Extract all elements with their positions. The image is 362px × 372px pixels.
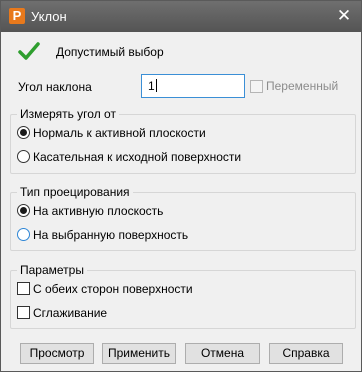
measure-tangent-label[interactable]: Касательная к исходной поверхности <box>33 150 241 164</box>
apply-button[interactable]: Применить <box>102 343 176 364</box>
angle-input[interactable]: 1 <box>141 74 245 98</box>
help-button[interactable]: Справка <box>269 343 343 364</box>
preview-button[interactable]: Просмотр <box>20 343 94 364</box>
status-text: Допустимый выбор <box>56 45 164 59</box>
parameters-group-title: Параметры <box>17 263 87 277</box>
angle-value: 1 <box>148 79 155 93</box>
smoothing-checkbox[interactable] <box>17 306 30 319</box>
both-sides-checkbox[interactable] <box>17 282 30 295</box>
measure-group: Измерять угол от <box>10 107 356 174</box>
checkmark-icon <box>18 42 40 60</box>
projection-group: Тип проецирования <box>10 185 356 251</box>
projection-active-plane-radio[interactable] <box>17 204 30 217</box>
variable-label: Переменный <box>266 79 339 93</box>
measure-normal-radio[interactable] <box>17 126 30 139</box>
smoothing-label[interactable]: Сглаживание <box>33 306 107 320</box>
parameters-group: Параметры <box>10 263 356 329</box>
projection-active-plane-label[interactable]: На активную плоскость <box>33 204 163 218</box>
projection-selected-surface-radio[interactable] <box>17 228 30 241</box>
close-button[interactable]: ✕ <box>335 7 353 25</box>
app-logo-icon: P <box>9 8 25 24</box>
variable-checkbox[interactable] <box>250 80 263 93</box>
title-bar[interactable]: P Уклон ✕ <box>1 1 361 32</box>
measure-group-title: Измерять угол от <box>17 107 119 121</box>
both-sides-label[interactable]: С обеих сторон поверхности <box>33 282 193 296</box>
measure-normal-label[interactable]: Нормаль к активной плоскости <box>33 126 206 140</box>
angle-label: Угол наклона <box>18 80 92 94</box>
window-title: Уклон <box>31 9 67 24</box>
cancel-button[interactable]: Отмена <box>185 343 260 364</box>
dialog-window: P Уклон ✕ Допустимый выбор Угол наклона … <box>0 0 362 372</box>
measure-tangent-radio[interactable] <box>17 150 30 163</box>
close-icon: ✕ <box>336 6 352 25</box>
projection-group-title: Тип проецирования <box>17 185 133 199</box>
projection-selected-surface-label[interactable]: На выбранную поверхность <box>33 228 188 242</box>
